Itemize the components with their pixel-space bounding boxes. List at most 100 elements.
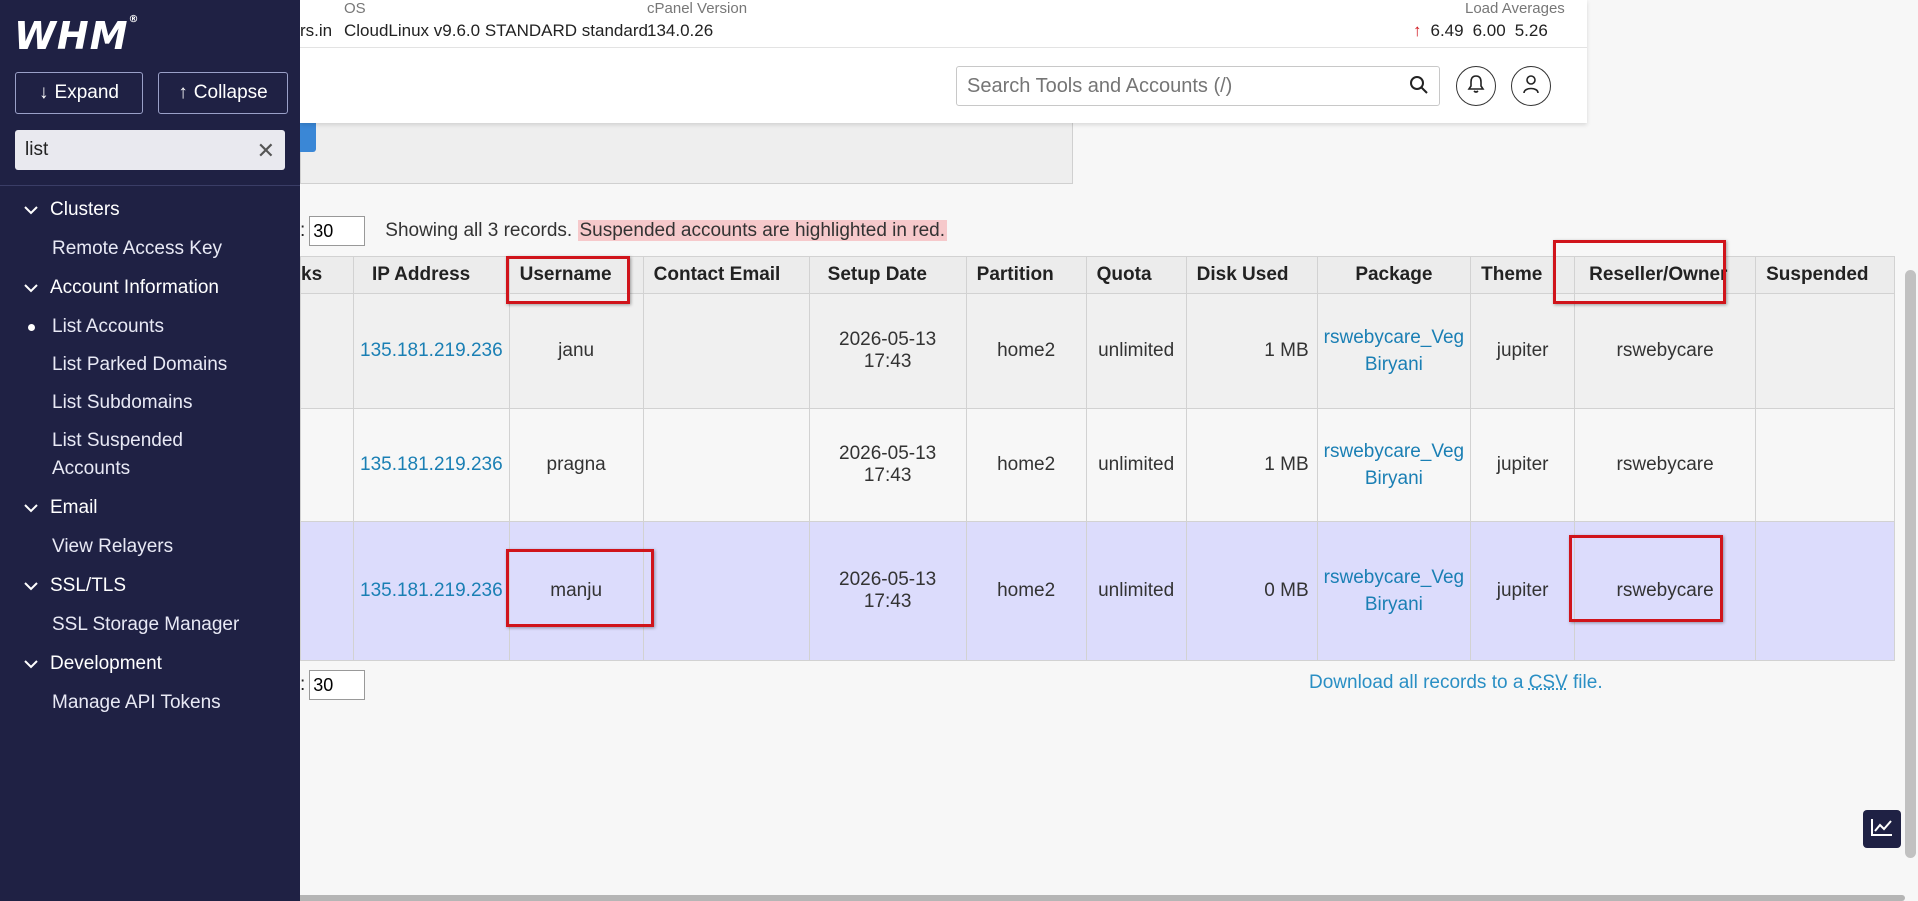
owner-cell: rswebycare (1574, 408, 1757, 522)
trend-chart-icon (1870, 817, 1894, 842)
accounts-table: ks IP Address Username Contact Email Set… (300, 256, 1896, 661)
nav-group-clusters[interactable]: Clusters (0, 190, 300, 230)
col-header-contact-email[interactable]: Contact Email (642, 256, 810, 294)
setup-date-cell: 2026-05-13 17:43 (808, 521, 967, 661)
quota-cell: unlimited (1085, 408, 1187, 522)
arrow-up-icon: ↑ (1413, 21, 1422, 40)
expand-button[interactable]: ↓ Expand (15, 72, 143, 114)
search-icon[interactable] (1409, 75, 1429, 100)
sidebar-item-ssl-storage-manager[interactable]: SSL Storage Manager (0, 606, 300, 644)
col-header-ip[interactable]: IP Address (353, 256, 510, 294)
sidebar-item-view-relayers[interactable]: View Relayers (0, 528, 300, 566)
setup-date-cell: 2026-05-13 17:43 (808, 293, 967, 409)
chevron-down-icon (24, 280, 42, 296)
package-cell: rswebycare_Veg Biryani (1316, 408, 1472, 522)
sidebar-divider (0, 185, 300, 186)
sidebar-item-remote-access-key[interactable]: Remote Access Key (0, 230, 300, 268)
sidebar-item-list-suspended-accounts[interactable]: List Suspended Accounts (0, 422, 240, 488)
suspended-note: Suspended accounts are highlighted in re… (577, 220, 947, 241)
results-per-page-input-bottom[interactable] (309, 670, 366, 700)
records-summary: Showing all 3 records. Suspended account… (385, 220, 947, 241)
package-cell: rswebycare_Veg Biryani (1316, 521, 1472, 661)
table-row: 135.181.219.236 manju 2026-05-13 17:43 h… (300, 521, 1896, 661)
nav-group-account-information[interactable]: Account Information (0, 268, 300, 308)
os-label: OS (344, 0, 366, 17)
whm-logo[interactable]: WHM® (14, 14, 140, 58)
owner-cell: rswebycare (1574, 521, 1757, 661)
sidebar-nav: Clusters Remote Access Key Account Infor… (0, 190, 300, 722)
owner-cell: rswebycare (1574, 293, 1757, 409)
arrow-down-icon: ↓ (39, 82, 49, 103)
package-link[interactable]: rswebycare_Veg Biryani (1324, 438, 1464, 492)
download-csv-link[interactable]: Download all records to a CSV file. (1309, 672, 1603, 694)
vertical-scrollbar[interactable] (1905, 270, 1916, 858)
results-per-page-input[interactable] (309, 216, 366, 246)
disk-used-cell: 0 MB (1185, 521, 1318, 661)
col-header-partition[interactable]: Partition (965, 256, 1087, 294)
hostname-fragment: rs.in (300, 21, 333, 40)
suspended-cell (1755, 408, 1896, 522)
search-panel-button[interactable] (300, 118, 316, 152)
clear-icon[interactable]: ✕ (257, 138, 275, 164)
theme-cell: jupiter (1470, 521, 1576, 661)
user-icon (1522, 74, 1540, 99)
chevron-down-icon (24, 656, 42, 672)
col-header-username[interactable]: Username (508, 256, 644, 294)
col-header-setup-date[interactable]: Setup Date (808, 256, 967, 294)
col-header-quota[interactable]: Quota (1085, 256, 1187, 294)
disk-used-cell: 1 MB (1185, 408, 1318, 522)
sidebar-item-manage-api-tokens[interactable]: Manage API Tokens (0, 684, 300, 722)
col-header-package[interactable]: Package (1316, 256, 1472, 294)
quota-cell: unlimited (1085, 521, 1187, 661)
table-row: 135.181.219.236 pragna 2026-05-13 17:43 … (300, 408, 1896, 522)
nav-group-email[interactable]: Email (0, 488, 300, 528)
theme-cell: jupiter (1470, 293, 1576, 409)
theme-cell: jupiter (1470, 408, 1576, 522)
chevron-down-icon (24, 578, 42, 594)
table-row: 135.181.219.236 janu 2026-05-13 17:43 ho… (300, 293, 1896, 409)
links-cell (300, 293, 354, 409)
ip-link[interactable]: 135.181.219.236 (353, 408, 510, 522)
load-averages: ↑ 6.49 6.00 5.26 (1413, 21, 1548, 40)
analytics-button[interactable] (1863, 810, 1901, 848)
search-box (956, 66, 1440, 106)
links-cell (300, 408, 354, 522)
quota-cell: unlimited (1085, 293, 1187, 409)
package-link[interactable]: rswebycare_Veg Biryani (1324, 324, 1464, 378)
col-header-reseller-owner[interactable]: Reseller/Owner (1574, 256, 1757, 294)
collapse-button[interactable]: ↑ Collapse (158, 72, 288, 114)
cpanel-version-value: 134.0.26 (647, 21, 714, 40)
sidebar-item-list-subdomains[interactable]: List Subdomains (0, 384, 300, 422)
topbar-divider (300, 47, 1587, 48)
contact-email-cell (642, 408, 810, 522)
nav-group-development[interactable]: Development (0, 644, 300, 684)
disk-used-cell: 1 MB (1185, 293, 1318, 409)
sidebar-item-list-accounts[interactable]: List Accounts (0, 308, 300, 346)
sidebar-filter-input[interactable] (25, 139, 245, 161)
sidebar-filter: ✕ (15, 130, 285, 170)
col-header-disk-used[interactable]: Disk Used (1185, 256, 1318, 294)
os-value: CloudLinux v9.6.0 STANDARD standard (344, 21, 648, 40)
search-input[interactable] (967, 74, 1397, 98)
partition-cell: home2 (965, 408, 1087, 522)
col-header-links[interactable]: ks (300, 256, 354, 294)
col-header-theme[interactable]: Theme (1470, 256, 1576, 294)
top-bar: rs.in OS CloudLinux v9.6.0 STANDARD stan… (300, 0, 1587, 123)
ip-link[interactable]: 135.181.219.236 (353, 521, 510, 661)
package-link[interactable]: rswebycare_Veg Biryani (1324, 564, 1464, 618)
chevron-down-icon (24, 500, 42, 516)
partition-cell: home2 (965, 293, 1087, 409)
horizontal-scrollbar[interactable] (287, 895, 1905, 901)
suspended-cell (1755, 521, 1896, 661)
col-header-suspended[interactable]: Suspended (1755, 256, 1896, 294)
notifications-button[interactable] (1456, 66, 1496, 106)
username-cell: manju (508, 521, 644, 661)
ip-link[interactable]: 135.181.219.236 (353, 293, 510, 409)
user-menu-button[interactable] (1511, 66, 1551, 106)
contact-email-cell (642, 521, 810, 661)
arrow-up-icon: ↑ (178, 82, 188, 103)
sidebar-item-list-parked-domains[interactable]: List Parked Domains (0, 346, 300, 384)
nav-group-ssl-tls[interactable]: SSL/TLS (0, 566, 300, 606)
contact-email-cell (642, 293, 810, 409)
setup-date-cell: 2026-05-13 17:43 (808, 408, 967, 522)
